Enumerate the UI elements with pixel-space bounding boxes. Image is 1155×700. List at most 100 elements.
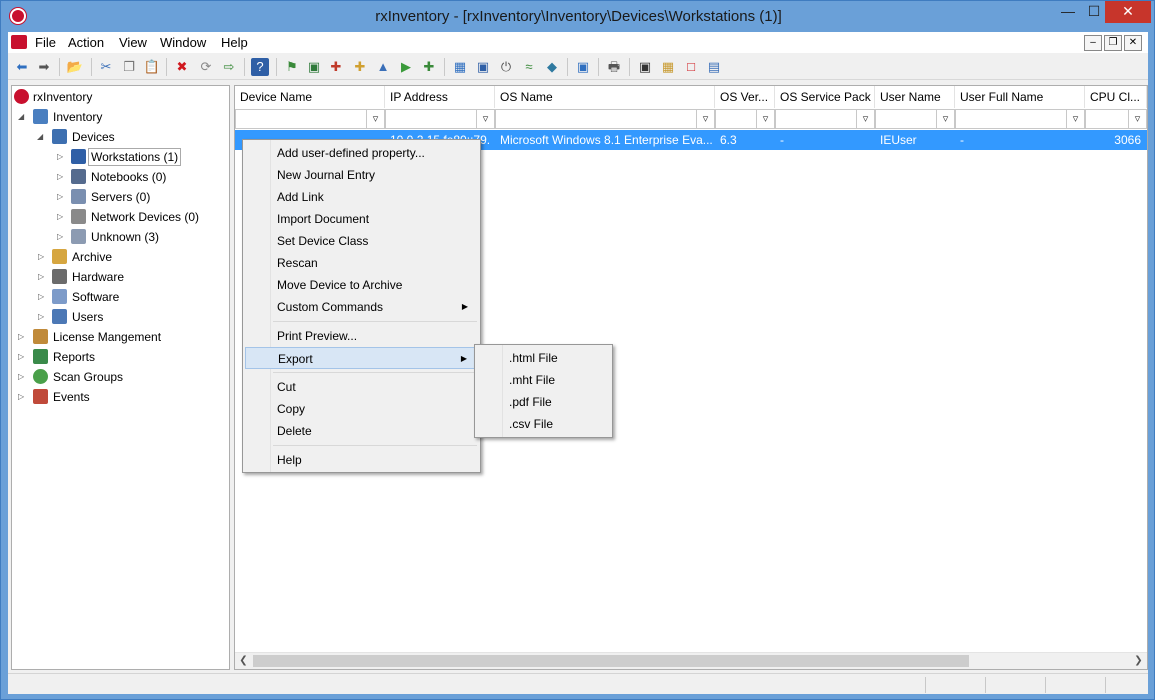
copy-icon[interactable]: ❐ (120, 58, 138, 76)
collapsed-arrow-icon[interactable]: ▷ (18, 347, 28, 367)
collapsed-arrow-icon[interactable]: ▷ (57, 167, 67, 187)
window-icon[interactable]: ▣ (574, 58, 592, 76)
add-device-icon[interactable]: ✚ (327, 58, 345, 76)
menu-item-print-preview[interactable]: Print Preview... (245, 325, 478, 347)
column-header-os-service-pack[interactable]: OS Service Pack (775, 86, 875, 108)
title-bar[interactable]: rxInventory - [rxInventory\Inventory\Dev… (1, 1, 1155, 32)
delete-icon[interactable]: ✖ (173, 58, 191, 76)
menu-item-move-to-archive[interactable]: Move Device to Archive (245, 274, 478, 296)
filter-device-name[interactable]: ▿ (235, 109, 385, 129)
up-folder-icon[interactable]: 📂 (66, 58, 84, 76)
menu-item-delete[interactable]: Delete (245, 420, 478, 442)
filter-icon[interactable]: ▿ (756, 110, 774, 128)
mdi-minimize-button[interactable]: – (1084, 35, 1102, 51)
pdf-icon[interactable]: □ (682, 58, 700, 76)
menu-item-export-pdf[interactable]: .pdf File (477, 391, 610, 413)
filter-icon[interactable]: ▿ (476, 110, 494, 128)
menu-item-rescan[interactable]: Rescan (245, 252, 478, 274)
mdi-child-icon[interactable] (11, 35, 27, 49)
monitor-icon[interactable]: ▣ (474, 58, 492, 76)
network-icon[interactable]: ▲ (374, 58, 392, 76)
collapsed-arrow-icon[interactable]: ▷ (57, 147, 67, 167)
column-header-user-name[interactable]: User Name (875, 86, 955, 108)
filter-icon[interactable]: ▿ (856, 110, 874, 128)
close-button[interactable]: ✕ (1105, 1, 1151, 23)
expanded-arrow-icon[interactable]: ◢ (37, 127, 47, 147)
column-header-cpu-clock[interactable]: CPU Cl... (1085, 86, 1147, 108)
menu-item-add-property[interactable]: Add user-defined property... (245, 142, 478, 164)
refresh-icon[interactable]: ⟳ (197, 58, 215, 76)
menu-item-import-document[interactable]: Import Document (245, 208, 478, 230)
power-icon[interactable]: ⏻ (497, 58, 515, 76)
expanded-arrow-icon[interactable]: ◢ (18, 107, 28, 127)
column-header-os-version[interactable]: OS Ver... (715, 86, 775, 108)
filter-cpu-clock[interactable]: ▿ (1085, 109, 1147, 129)
paste-icon[interactable]: 📋 (143, 58, 161, 76)
menu-item-set-device-class[interactable]: Set Device Class (245, 230, 478, 252)
menu-item-new-journal-entry[interactable]: New Journal Entry (245, 164, 478, 186)
menu-item-export-html[interactable]: .html File (477, 347, 610, 369)
filter-ip-address[interactable]: ▿ (385, 109, 495, 129)
scan-icon[interactable]: ⚑ (283, 58, 301, 76)
menu-item-export[interactable]: Export ▶ (245, 347, 478, 369)
text-file-icon[interactable]: ▤ (705, 58, 723, 76)
collapsed-arrow-icon[interactable]: ▷ (57, 227, 67, 247)
run-icon[interactable]: ▶ (397, 58, 415, 76)
filter-user-full-name[interactable]: ▿ (955, 109, 1085, 129)
collapsed-arrow-icon[interactable]: ▷ (38, 287, 48, 307)
menu-item-export-csv[interactable]: .csv File (477, 413, 610, 435)
computer-icon[interactable]: ▦ (451, 58, 469, 76)
menu-window[interactable]: Window (160, 35, 206, 50)
collapsed-arrow-icon[interactable]: ▷ (18, 387, 28, 407)
collapsed-arrow-icon[interactable]: ▷ (18, 367, 28, 387)
column-header-user-full-name[interactable]: User Full Name (955, 86, 1085, 108)
filter-icon[interactable]: ▿ (1128, 110, 1146, 128)
column-header-device-name[interactable]: Device Name (235, 86, 385, 108)
save-icon[interactable]: ▣ (305, 58, 323, 76)
menu-item-export-mht[interactable]: .mht File (477, 369, 610, 391)
column-header-ip-address[interactable]: IP Address (385, 86, 495, 108)
mdi-close-button[interactable]: ✕ (1124, 35, 1142, 51)
column-header-os-name[interactable]: OS Name (495, 86, 715, 108)
mdi-restore-button[interactable]: ❐ (1104, 35, 1122, 51)
collapsed-arrow-icon[interactable]: ▷ (57, 187, 67, 207)
collapsed-arrow-icon[interactable]: ▷ (57, 207, 67, 227)
filter-os-name[interactable]: ▿ (495, 109, 715, 129)
filter-icon[interactable]: ▿ (1066, 110, 1084, 128)
collapsed-arrow-icon[interactable]: ▷ (38, 267, 48, 287)
filter-icon[interactable]: ▿ (366, 110, 384, 128)
remote-icon[interactable]: ◆ (543, 58, 561, 76)
filter-icon[interactable]: ▿ (696, 110, 714, 128)
collapsed-arrow-icon[interactable]: ▷ (38, 307, 48, 327)
document-icon[interactable]: ▦ (659, 58, 677, 76)
print-icon[interactable]: 🖶 (605, 58, 623, 76)
filter-user-name[interactable]: ▿ (875, 109, 955, 129)
collapsed-arrow-icon[interactable]: ▷ (38, 247, 48, 267)
menu-item-add-link[interactable]: Add Link (245, 186, 478, 208)
menu-view[interactable]: View (119, 35, 147, 50)
filter-os-service-pack[interactable]: ▿ (775, 109, 875, 129)
add-item-icon[interactable]: ✚ (351, 58, 369, 76)
export-icon[interactable]: ⇨ (220, 58, 238, 76)
preview-icon[interactable]: ▣ (636, 58, 654, 76)
filter-icon[interactable]: ▿ (936, 110, 954, 128)
scroll-right-icon[interactable]: ❯ (1130, 653, 1147, 669)
menu-item-custom-commands[interactable]: Custom Commands ▶ (245, 296, 478, 318)
filter-os-version[interactable]: ▿ (715, 109, 775, 129)
menu-item-help[interactable]: Help (245, 449, 478, 471)
menu-file[interactable]: File (35, 35, 56, 50)
add-green-icon[interactable]: ✚ (420, 58, 438, 76)
back-icon[interactable]: ⬅ (13, 58, 31, 76)
menu-item-copy[interactable]: Copy (245, 398, 478, 420)
menu-action[interactable]: Action (68, 35, 104, 50)
menu-item-cut[interactable]: Cut (245, 376, 478, 398)
scroll-left-icon[interactable]: ❮ (235, 653, 252, 669)
cut-icon[interactable]: ✂ (97, 58, 115, 76)
collapsed-arrow-icon[interactable]: ▷ (18, 327, 28, 347)
horizontal-scrollbar[interactable]: ❮ ❯ (235, 652, 1147, 669)
help-icon[interactable]: ? (251, 58, 269, 76)
menu-help[interactable]: Help (221, 35, 248, 50)
wireless-icon[interactable]: ≈ (520, 58, 538, 76)
scrollbar-thumb[interactable] (253, 655, 969, 667)
forward-icon[interactable]: ➡ (35, 58, 53, 76)
